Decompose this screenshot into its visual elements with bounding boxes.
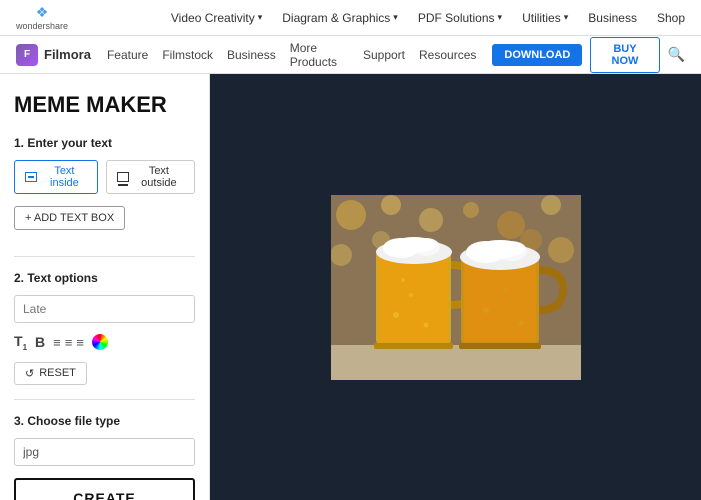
font-size-button[interactable]: T1 [14,333,27,352]
bold-button[interactable]: B [35,334,45,350]
filmora-bar: F Filmora Feature Filmstock Business Mor… [0,36,701,74]
chevron-icon: ▾ [258,12,263,23]
search-icon[interactable]: 🔍 [668,46,685,63]
section3-label: 3. Choose file type [14,414,195,428]
filmora-nav-more-products[interactable]: More Products [290,41,349,69]
filmora-logo-icon: F [16,44,38,66]
text-options-row: T1 B ≡ ≡ ≡ [14,333,195,352]
text-outside-icon [117,172,129,182]
meme-image [331,195,581,380]
filmora-logo[interactable]: F Filmora [16,44,91,66]
filmora-nav-business[interactable]: Business [227,48,276,62]
align-center-icon[interactable]: ≡ [65,335,73,350]
text-position-row: Text inside Text outside [14,160,195,194]
color-picker[interactable] [92,334,108,350]
reset-button[interactable]: ↺ RESET [14,362,87,385]
filmora-nav-feature[interactable]: Feature [107,48,148,62]
top-nav: ❖ wondershare Video Creativity ▾ Diagram… [0,0,701,36]
logo-icon: ❖ [36,4,49,21]
text-inside-button[interactable]: Text inside [14,160,98,194]
divider1 [14,256,195,257]
filmora-nav: Feature Filmstock Business More Products… [107,41,476,69]
nav-diagram-graphics[interactable]: Diagram & Graphics ▾ [282,11,398,25]
create-button[interactable]: CREATE [14,478,195,500]
download-button[interactable]: DOWNLOAD [492,44,582,66]
filmora-buttons: DOWNLOAD BUY NOW 🔍 [492,37,685,73]
divider2 [14,399,195,400]
align-right-icon[interactable]: ≡ [76,335,84,350]
section2-label: 2. Text options [14,271,195,285]
filmora-brand-name: Filmora [44,47,91,62]
buy-now-button[interactable]: BUY NOW [590,37,659,73]
filmora-nav-resources[interactable]: Resources [419,48,476,62]
nav-business[interactable]: Business [588,11,637,25]
align-left-icon[interactable]: ≡ [53,335,61,350]
sidebar: MEME MAKER 1. Enter your text Text insid… [0,74,210,500]
align-group: ≡ ≡ ≡ [53,335,84,350]
nav-utilities[interactable]: Utilities ▾ [522,11,568,25]
page-title: MEME MAKER [14,92,195,118]
text-inside-icon [25,172,37,182]
chevron-icon: ▾ [498,12,503,23]
filmora-nav-filmstock[interactable]: Filmstock [162,48,213,62]
section1-label: 1. Enter your text [14,136,195,150]
file-type-input[interactable] [14,438,195,466]
nav-shop[interactable]: Shop [657,11,685,25]
nav-video-creativity[interactable]: Video Creativity ▾ [171,11,262,25]
add-textbox-button[interactable]: + ADD TEXT BOX [14,206,125,230]
text-input[interactable] [14,295,195,323]
top-nav-menu: Video Creativity ▾ Diagram & Graphics ▾ … [171,11,685,25]
text-outside-button[interactable]: Text outside [106,160,195,194]
wondershare-logo[interactable]: ❖ wondershare [16,4,68,31]
nav-pdf-solutions[interactable]: PDF Solutions ▾ [418,11,502,25]
filmora-nav-support[interactable]: Support [363,48,405,62]
reset-icon: ↺ [25,367,34,380]
main-layout: MEME MAKER 1. Enter your text Text insid… [0,74,701,500]
logo-text: wondershare [16,21,68,31]
chevron-icon: ▾ [564,12,569,23]
chevron-icon: ▾ [393,12,398,23]
canvas-area [210,74,701,500]
